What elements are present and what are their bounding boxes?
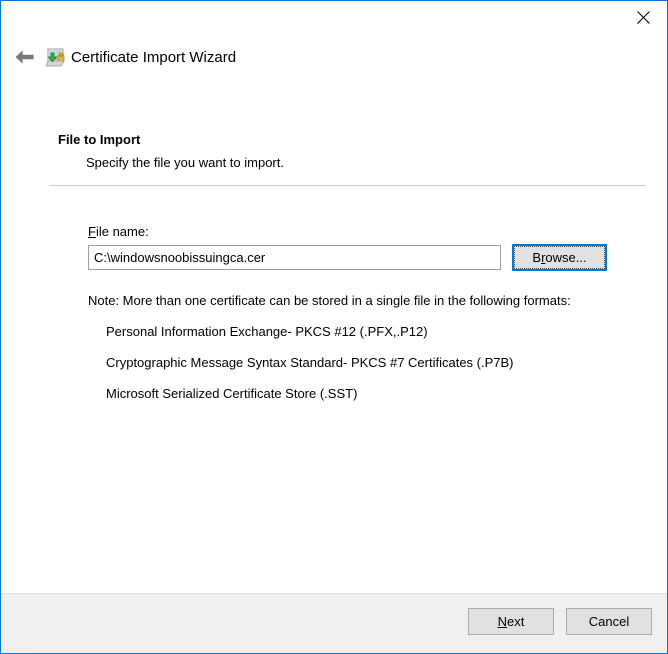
file-name-label-text: ile name: <box>95 224 149 239</box>
next-label-text: ext <box>507 614 525 629</box>
file-name-input[interactable] <box>88 245 501 270</box>
page-title: Certificate Import Wizard <box>71 49 237 66</box>
format-item: Cryptographic Message Syntax Standard- P… <box>106 355 514 370</box>
browse-button[interactable]: Br owse... <box>512 244 607 271</box>
cancel-button[interactable]: Cancel <box>566 608 652 635</box>
next-button[interactable]: Next <box>468 608 554 635</box>
wizard-content: File to Import Specify the file you want… <box>1 85 667 593</box>
back-arrow-icon <box>14 49 35 70</box>
browse-label-part1: B <box>532 250 542 265</box>
section-subheading: Specify the file you want to import. <box>86 155 284 170</box>
file-name-label-accel: F <box>88 224 96 239</box>
back-button[interactable] <box>9 45 39 73</box>
certificate-import-wizard-window: Certificate Import Wizard File to Import… <box>0 0 668 654</box>
next-label-accel: N <box>497 614 508 629</box>
title-bar: Certificate Import Wizard <box>1 1 667 85</box>
heading-divider <box>49 185 646 186</box>
close-button[interactable] <box>621 2 666 32</box>
certificate-import-icon <box>45 47 67 69</box>
browse-button-label: Br owse... <box>514 246 605 269</box>
section-heading: File to Import <box>58 132 141 147</box>
browse-label-part2: owse... <box>545 250 587 265</box>
format-item: Microsoft Serialized Certificate Store (… <box>106 386 358 401</box>
file-name-label: File name: <box>88 224 149 239</box>
footer-bar: Next Cancel <box>1 593 667 653</box>
close-icon <box>637 10 650 24</box>
note-text: Note: More than one certificate can be s… <box>88 293 571 308</box>
format-item: Personal Information Exchange- PKCS #12 … <box>106 324 428 339</box>
